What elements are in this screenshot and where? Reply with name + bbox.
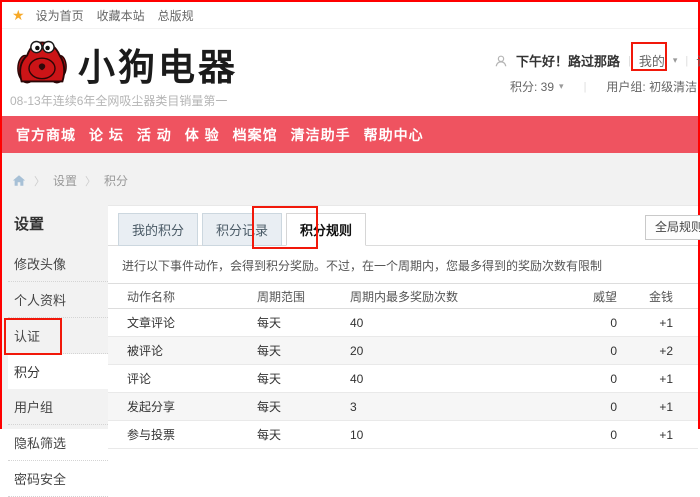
sidebar-item-avatar[interactable]: 修改头像	[8, 246, 108, 282]
nav-forum[interactable]: 论 坛	[89, 125, 124, 145]
top-utility-bar: ★ 设为首页 收藏本站 总版规	[2, 2, 698, 29]
sidebar-item-verify[interactable]: 认证	[8, 318, 108, 354]
sidebar-item-usergroup[interactable]: 用户组	[8, 389, 108, 425]
tab-my-points[interactable]: 我的积分	[118, 213, 198, 246]
breadcrumb-settings[interactable]: 设置	[53, 172, 77, 189]
usergroup-value[interactable]: 用户组: 初级清洁	[606, 78, 697, 95]
settings-sidebar: 设置 修改头像 个人资料 认证 积分 用户组 隐私筛选 密码安全	[8, 205, 108, 497]
sidebar-item-profile[interactable]: 个人资料	[8, 282, 108, 318]
forum-rules-link[interactable]: 总版规	[158, 7, 194, 24]
star-icon: ★	[12, 7, 25, 24]
bookmark-site-link[interactable]: 收藏本站	[97, 7, 145, 24]
user-stats-bar: 积分: 39 ▾ | 用户组: 初级清洁	[510, 78, 697, 95]
points-panel: 我的积分 积分记录 积分规则 全局规则 进行以下事件动作，会得到积分奖励。不过，…	[108, 205, 698, 429]
points-value[interactable]: 积分: 39	[510, 78, 554, 95]
my-menu[interactable]: 我的	[639, 51, 665, 70]
home-icon[interactable]	[12, 174, 26, 187]
user-icon	[494, 54, 508, 68]
nav-cleaning-helper[interactable]: 清洁助手	[291, 125, 351, 145]
nav-help-center[interactable]: 帮助中心	[364, 125, 424, 145]
nav-archive[interactable]: 档案馆	[233, 125, 278, 145]
settings-menu[interactable]: 设置	[696, 51, 700, 70]
nav-experience[interactable]: 体 验	[185, 125, 220, 145]
user-menu-bar: 下午好！路过那路 | 我的 ▾ | 设置 提醒 ▾	[494, 51, 700, 70]
col-money: 金钱	[617, 288, 673, 305]
site-logo[interactable]: 小狗电器	[14, 35, 238, 92]
table-row: 被评论 每天 20 0 +2	[108, 337, 698, 365]
col-cycle-range: 周期范围	[257, 288, 350, 305]
page-body: 〉 设置 〉 积分 设置 修改头像 个人资料 认证 积分 用户组 隐私筛选 密码…	[2, 153, 698, 429]
nav-activities[interactable]: 活 动	[137, 125, 172, 145]
sidebar-title: 设置	[8, 205, 108, 246]
tab-strip: 我的积分 积分记录 积分规则 全局规则	[108, 206, 698, 246]
breadcrumb: 〉 设置 〉 积分	[12, 172, 128, 189]
site-title: 小狗电器	[78, 49, 238, 86]
nav-official-store[interactable]: 官方商城	[16, 125, 76, 145]
col-action-name: 动作名称	[127, 288, 257, 305]
sidebar-item-points[interactable]: 积分	[8, 354, 108, 389]
table-row: 评论 每天 40 0 +1	[108, 365, 698, 393]
col-prestige: 威望	[540, 288, 617, 305]
dog-logo-icon	[14, 35, 70, 92]
tab-points-log[interactable]: 积分记录	[202, 213, 282, 246]
global-rules-button[interactable]: 全局规则	[645, 215, 700, 240]
table-header-row: 动作名称 周期范围 周期内最多奖励次数 威望 金钱	[108, 283, 698, 309]
main-nav: 官方商城 论 坛 活 动 体 验 档案馆 清洁助手 帮助中心	[2, 116, 698, 153]
site-header: 小狗电器 08-13年连续6年全网吸尘器类目销量第一 下午好！路过那路 | 我的…	[2, 29, 698, 117]
caret-down-icon: ▾	[559, 81, 564, 92]
sidebar-item-privacy[interactable]: 隐私筛选	[8, 425, 108, 461]
col-max-rewards: 周期内最多奖励次数	[350, 288, 540, 305]
table-row: 参与投票 每天 10 0 +1	[108, 421, 698, 449]
table-row: 文章评论 每天 40 0 +1	[108, 309, 698, 337]
rules-description: 进行以下事件动作，会得到积分奖励。不过，在一个周期内，您最多得到的奖励次数有限制	[108, 246, 698, 283]
sidebar-item-password[interactable]: 密码安全	[8, 461, 108, 497]
site-tagline: 08-13年连续6年全网吸尘器类目销量第一	[10, 92, 227, 109]
table-row: 发起分享 每天 3 0 +1	[108, 393, 698, 421]
tab-points-rules[interactable]: 积分规则	[286, 213, 366, 246]
set-homepage-link[interactable]: 设为首页	[36, 7, 84, 24]
greeting-username[interactable]: 下午好！路过那路	[516, 51, 620, 70]
breadcrumb-points[interactable]: 积分	[104, 172, 128, 189]
caret-down-icon: ▾	[673, 55, 678, 66]
